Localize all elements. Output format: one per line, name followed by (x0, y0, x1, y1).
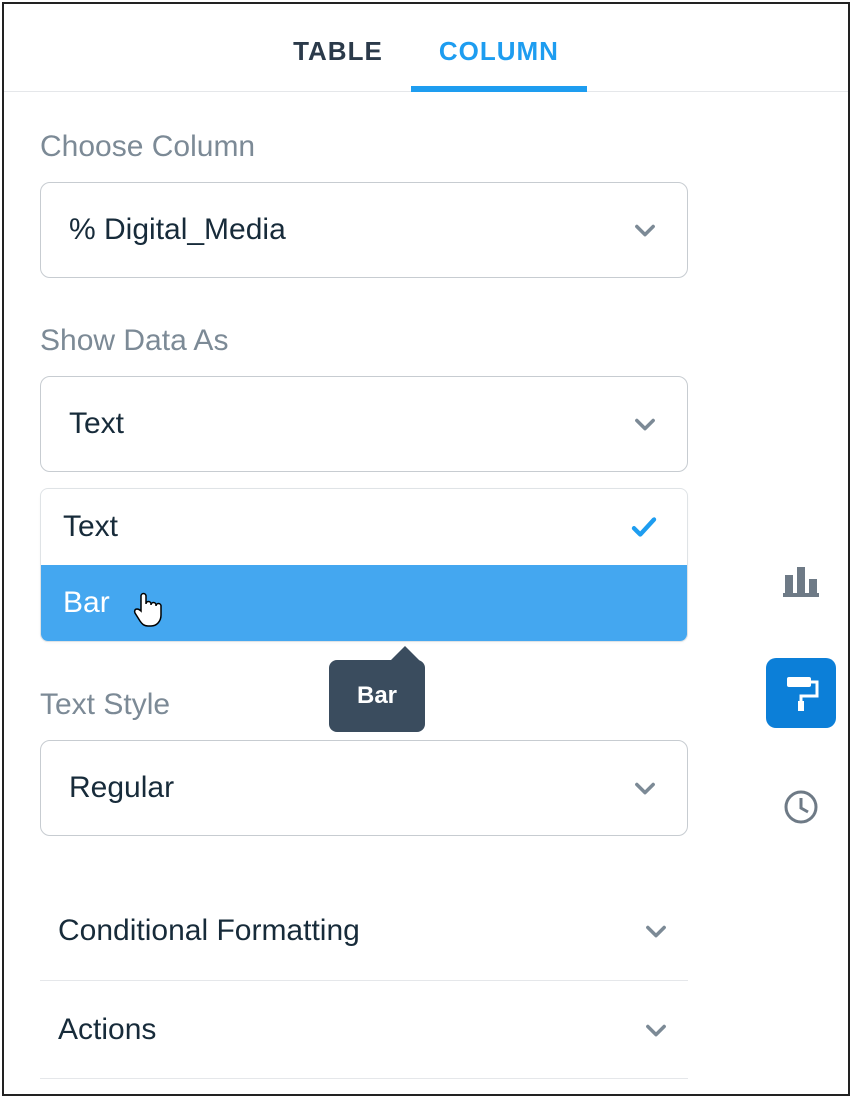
option-bar[interactable]: Bar (41, 565, 687, 641)
chevron-down-icon (631, 774, 659, 802)
text-style-select[interactable]: Regular (40, 740, 688, 836)
accordion-conditional-formatting[interactable]: Conditional Formatting (40, 882, 688, 980)
rail-format-button[interactable] (766, 658, 836, 728)
paint-roller-icon (781, 673, 821, 713)
accordion-divider (40, 1078, 688, 1096)
tab-table[interactable]: TABLE (265, 36, 411, 91)
properties-tabs: TABLE COLUMN (4, 4, 848, 92)
tab-column[interactable]: COLUMN (411, 36, 587, 91)
choose-column-value: % Digital_Media (69, 213, 286, 247)
show-data-as-select[interactable]: Text (40, 376, 688, 472)
option-text-label: Text (63, 510, 118, 544)
clock-icon (781, 787, 821, 827)
accordion-label: Actions (58, 1013, 156, 1047)
chevron-down-icon (631, 216, 659, 244)
side-rail (762, 544, 840, 842)
tooltip-bar: Bar (329, 660, 425, 732)
accordion-actions[interactable]: Actions (40, 980, 688, 1078)
text-style-value: Regular (69, 771, 174, 805)
show-data-as-label: Show Data As (40, 324, 688, 358)
chevron-down-icon (631, 410, 659, 438)
chevron-down-icon (642, 1016, 670, 1044)
choose-column-select[interactable]: % Digital_Media (40, 182, 688, 278)
check-icon (629, 512, 659, 542)
choose-column-label: Choose Column (40, 130, 688, 164)
chevron-down-icon (642, 917, 670, 945)
rail-history-button[interactable] (766, 772, 836, 842)
option-text[interactable]: Text (41, 489, 687, 565)
option-bar-label: Bar (63, 586, 110, 620)
show-data-as-dropdown: Text Bar (40, 488, 688, 642)
rail-chart-button[interactable] (766, 544, 836, 614)
show-data-as-value: Text (69, 407, 124, 441)
bar-chart-icon (781, 559, 821, 599)
accordion-label: Conditional Formatting (58, 914, 360, 948)
